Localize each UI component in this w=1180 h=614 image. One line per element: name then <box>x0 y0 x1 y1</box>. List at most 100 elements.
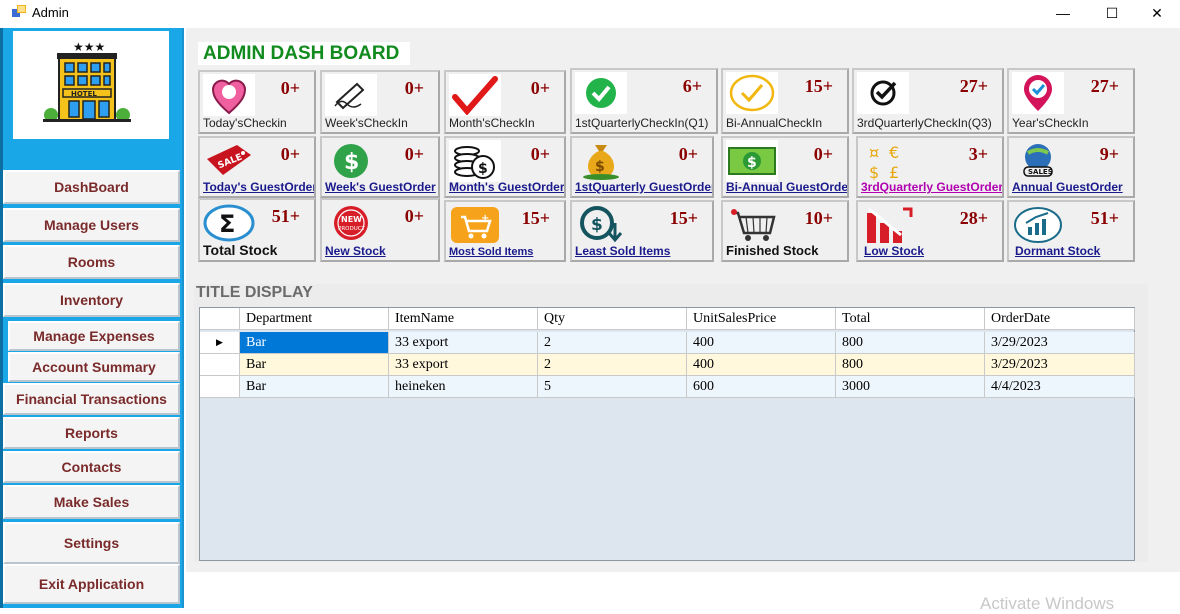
sidebar-item-rooms[interactable]: Rooms <box>3 245 180 279</box>
table-cell[interactable]: Bar <box>240 332 389 354</box>
tile-annual-guestorder[interactable]: SALES 9+ Annual GuestOrder <box>1007 136 1135 198</box>
tile-label[interactable]: Dormant Stock <box>1015 244 1100 258</box>
tile-label[interactable]: Most Sold Items <box>449 246 533 258</box>
tile-todays-guestorder[interactable]: SALE 0+ Today's GuestOrder <box>198 136 316 198</box>
table-row[interactable]: ▶ Bar 33 export 2 400 800 3/29/2023 <box>200 332 1135 354</box>
tile-label[interactable]: 1stQuarterly GuestOrder <box>575 180 712 194</box>
tile-count: 28+ <box>959 208 988 228</box>
svg-text:$: $ <box>591 215 603 235</box>
sidebar-item-inventory[interactable]: Inventory <box>3 283 180 317</box>
table-cell[interactable]: 33 export <box>389 332 538 354</box>
sidebar-item-reports[interactable]: Reports <box>3 417 180 449</box>
table-cell[interactable]: Bar <box>240 354 389 376</box>
table-cell[interactable]: heineken <box>389 376 538 398</box>
dollar-down-arrow-icon: $ <box>575 204 627 246</box>
tile-bi-annual-checkin[interactable]: 15+ Bi-AnnualCheckIn <box>721 68 849 134</box>
sidebar-item-contacts[interactable]: Contacts <box>3 451 180 483</box>
table-cell[interactable]: 400 <box>687 354 836 376</box>
tile-label: Year'sCheckIn <box>1012 116 1089 130</box>
tile-bi-annual-guestorder[interactable]: $ 0+ Bi-Annual GuestOrder <box>721 136 849 198</box>
tile-label[interactable]: Low Stock <box>864 244 924 258</box>
window-title: Admin <box>32 5 69 20</box>
sidebar-item-financial-transactions[interactable]: Financial Transactions <box>3 383 180 415</box>
minimize-button[interactable]: — <box>1040 0 1086 26</box>
tile-weeks-checkin[interactable]: 0+ Week'sCheckIn <box>320 70 440 134</box>
sidebar-item-manage-users[interactable]: Manage Users <box>3 208 180 242</box>
tile-label[interactable]: Today's GuestOrder <box>203 180 314 194</box>
sidebar-item-settings[interactable]: Settings <box>3 522 180 564</box>
table-cell[interactable]: 800 <box>836 354 985 376</box>
table-cell[interactable]: 3000 <box>836 376 985 398</box>
table-cell[interactable]: 3/29/2023 <box>985 354 1135 376</box>
current-row-indicator-icon[interactable]: ▶ <box>200 332 240 354</box>
sidebar-item-dashboard[interactable]: DashBoard <box>3 170 180 204</box>
row-header[interactable] <box>200 376 240 398</box>
table-row[interactable]: Bar 33 export 2 400 800 3/29/2023 <box>200 354 1135 376</box>
tile-3rd-quarterly-guestorder[interactable]: ¤ € $ £ 3+ 3rdQuarterly GuestOrder <box>856 136 1004 198</box>
tile-label[interactable]: Least Sold Items <box>575 244 670 258</box>
maximize-button[interactable]: ☐ <box>1089 0 1135 26</box>
sidebar-item-manage-expenses[interactable]: Manage Expenses <box>8 321 180 351</box>
tile-years-checkin[interactable]: 27+ Year'sCheckIn <box>1007 68 1135 134</box>
svg-text:$: $ <box>344 150 359 175</box>
tile-most-sold-items[interactable]: + 15+ Most Sold Items <box>444 200 566 262</box>
yellow-check-circle-icon <box>726 72 778 114</box>
table-cell[interactable]: 2 <box>538 332 687 354</box>
tile-3rd-quarterly-checkin[interactable]: 27+ 3rdQuarterlyCheckIn(Q3) <box>852 68 1004 134</box>
tile-low-stock[interactable]: 28+ Low Stock <box>856 200 1004 262</box>
tile-label[interactable]: Week's GuestOrder <box>325 180 436 194</box>
tile-label: Today'sCheckin <box>203 116 287 130</box>
column-header-department[interactable]: Department <box>240 308 389 330</box>
sidebar-item-make-sales[interactable]: Make Sales <box>3 485 180 519</box>
tile-dormant-stock[interactable]: 51+ Dormant Stock <box>1007 200 1135 262</box>
column-header-qty[interactable]: Qty <box>538 308 687 330</box>
tile-label[interactable]: Month's GuestOrder <box>449 180 564 194</box>
column-header-total[interactable]: Total <box>836 308 985 330</box>
table-cell[interactable]: 600 <box>687 376 836 398</box>
red-check-pin-icon <box>1012 72 1064 114</box>
sidebar-item-exit-application[interactable]: Exit Application <box>3 564 180 604</box>
tile-months-guestorder[interactable]: $ 0+ Month's GuestOrder <box>444 136 566 198</box>
column-header-itemname[interactable]: ItemName <box>389 308 538 330</box>
table-cell[interactable]: 33 export <box>389 354 538 376</box>
tile-label: Month'sCheckIn <box>449 116 535 130</box>
table-cell[interactable]: 800 <box>836 332 985 354</box>
table-cell[interactable]: 4/4/2023 <box>985 376 1135 398</box>
tile-label[interactable]: Annual GuestOrder <box>1012 180 1123 194</box>
table-cell[interactable]: Bar <box>240 376 389 398</box>
column-header-unitsalesprice[interactable]: UnitSalesPrice <box>687 308 836 330</box>
tile-label[interactable]: Bi-Annual GuestOrder <box>726 180 847 194</box>
sigma-icon: Σ <box>203 202 255 244</box>
tile-label[interactable]: New Stock <box>325 244 386 258</box>
activation-watermark: Activate Windows <box>980 594 1115 613</box>
pink-heart-pin-icon <box>203 74 255 116</box>
tile-count: 6+ <box>682 76 702 96</box>
row-header-corner <box>200 308 240 330</box>
tile-label[interactable]: 3rdQuarterly GuestOrder <box>861 180 1002 194</box>
tile-total-stock[interactable]: Σ 51+ Total Stock <box>198 198 316 262</box>
tile-count: 15+ <box>669 208 698 228</box>
table-cell[interactable]: 400 <box>687 332 836 354</box>
tile-finished-stock[interactable]: 10+ Finished Stock <box>721 200 849 262</box>
tile-new-stock[interactable]: NEW PRODUCT 0+ New Stock <box>320 198 440 262</box>
column-header-orderdate[interactable]: OrderDate <box>985 308 1135 330</box>
hotel-logo: ★★★ HOTEL <box>13 31 169 139</box>
tile-months-checkin[interactable]: 0+ Month'sCheckIn <box>444 70 566 134</box>
table-cell[interactable]: 3/29/2023 <box>985 332 1135 354</box>
row-header[interactable] <box>200 354 240 376</box>
new-product-badge-icon: NEW PRODUCT <box>325 202 377 244</box>
tile-1st-quarterly-guestorder[interactable]: $ 0+ 1stQuarterly GuestOrder <box>570 136 714 198</box>
tile-count: 51+ <box>1090 208 1119 228</box>
sidebar-item-account-summary[interactable]: Account Summary <box>8 352 180 382</box>
tile-weeks-guestorder[interactable]: $ 0+ Week's GuestOrder <box>320 136 440 198</box>
tile-least-sold-items[interactable]: $ 15+ Least Sold Items <box>570 200 714 262</box>
table-cell[interactable]: 2 <box>538 354 687 376</box>
table-cell[interactable]: 5 <box>538 376 687 398</box>
close-button[interactable]: ✕ <box>1134 0 1180 26</box>
tile-todays-checkin[interactable]: 0+ Today'sCheckin <box>198 70 316 134</box>
table-row[interactable]: Bar heineken 5 600 3000 4/4/2023 <box>200 376 1135 398</box>
sidebar: ★★★ HOTEL <box>0 28 184 608</box>
tile-1st-quarterly-checkin[interactable]: 6+ 1stQuarterlyCheckIn(Q1) <box>570 68 718 134</box>
tile-label: Week'sCheckIn <box>325 116 408 130</box>
orders-grid[interactable]: Department ItemName Qty UnitSalesPrice T… <box>199 307 1135 561</box>
